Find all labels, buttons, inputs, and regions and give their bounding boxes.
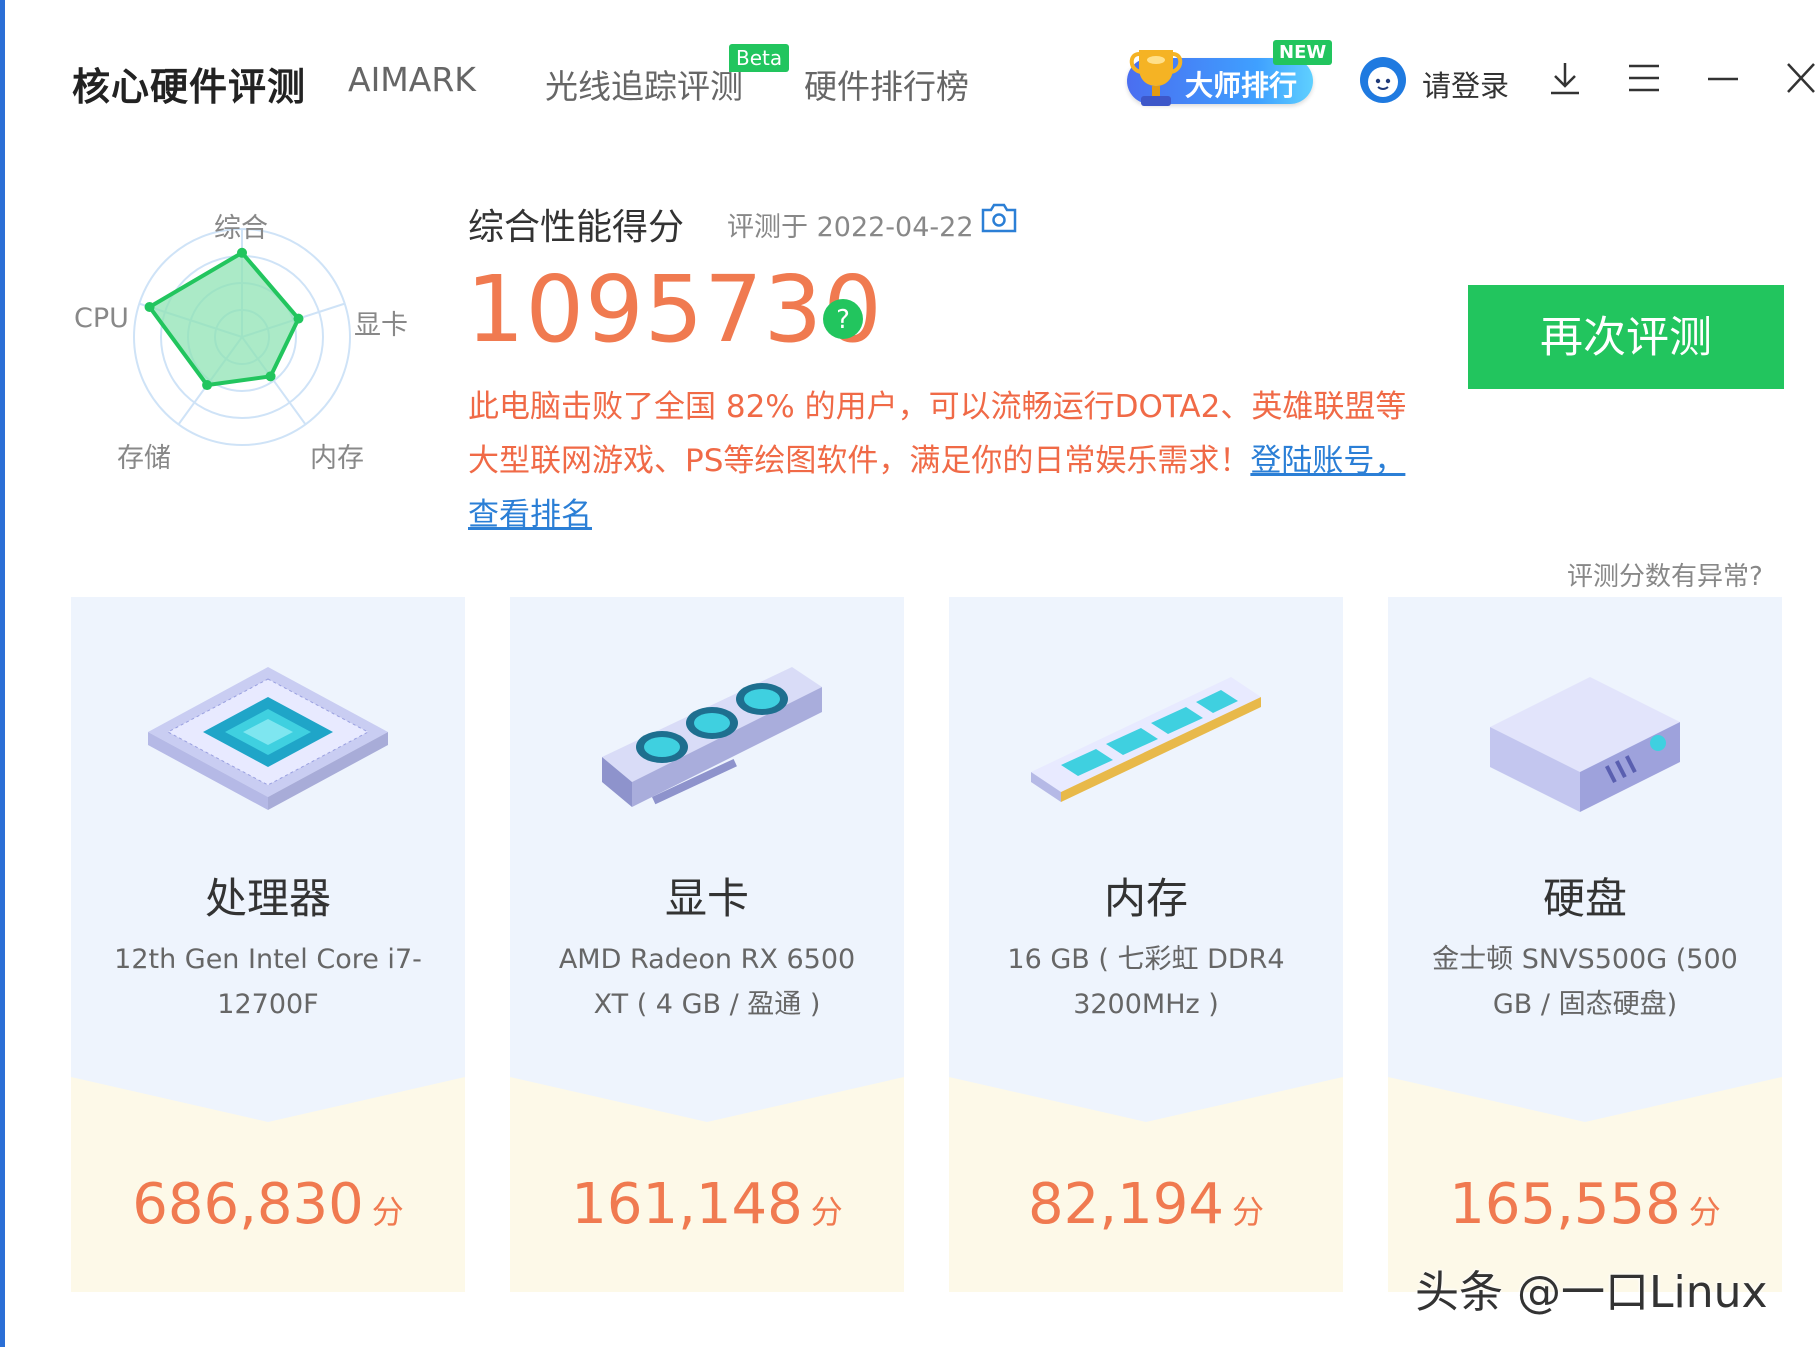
radar-point [237,247,247,258]
gpu-score-value: 161,148 [571,1172,803,1237]
memory-card-desc: 16 GB ( 七彩虹 DDR4 3200MHz ) [1007,944,1285,1020]
hard-disk-icon [1490,677,1680,812]
minimize-icon[interactable] [1706,60,1740,96]
help-icon-glyph: ? [836,305,850,335]
radar-point [265,371,276,382]
cpu-icon [148,667,388,810]
radar-label-gpu: 显卡 [354,310,408,341]
gpu-card-title: 显卡 [664,874,749,923]
cpu-score-value: 686,830 [132,1172,364,1237]
master-rank-button[interactable]: 大师排行 NEW [1117,40,1333,110]
memory-card-title: 内存 [1103,874,1188,923]
gpu-card-score: 161,148 分 [510,1172,904,1237]
graphics-card-icon [602,667,822,807]
radar-point [144,301,155,312]
trophy-icon [1129,50,1183,106]
close-icon[interactable] [1785,60,1817,96]
radar-label-storage: 存储 [117,443,171,474]
tab-ray-tracing[interactable]: 光线追踪评测 [545,60,743,108]
menu-icon[interactable] [1627,60,1661,96]
memory-score-unit: 分 [1231,1193,1264,1231]
gpu-score-unit: 分 [810,1193,843,1231]
memory-card-score: 82,194 分 [949,1172,1343,1237]
total-score: 1095730 [466,256,883,363]
camera-icon[interactable] [980,202,1018,234]
master-rank-label: 大师排行 [1185,69,1298,102]
storage-score-value: 165,558 [1449,1172,1681,1237]
storage-card-title: 硬盘 [1542,874,1627,923]
radar-point [202,380,213,391]
download-icon[interactable] [1548,60,1582,96]
beta-badge: Beta [729,44,790,72]
login-button[interactable]: 请登录 [1358,55,1509,105]
storage-card-score: 165,558 分 [1388,1172,1782,1237]
memory-card[interactable]: 内存 16 GB ( 七彩虹 DDR4 3200MHz ) 82,194 分 [949,597,1343,1292]
storage-card[interactable]: 硬盘 金士顿 SNVS500G (500 GB / 固态硬盘) 165,558 分 [1388,597,1782,1292]
gpu-card[interactable]: 显卡 AMD Radeon RX 6500 XT ( 4 GB / 盈通 ) 1… [510,597,904,1292]
radar-label-overall: 综合 [214,213,268,244]
radar-chart: 综合 显卡 内存 存储 CPU [62,200,442,490]
watermark: 头条 @一口Linux [1415,1267,1768,1318]
memory-score-value: 82,194 [1028,1172,1224,1237]
radar-label-memory: 内存 [310,443,364,474]
header-bar: 核心硬件评测 AIMARK 光线追踪评测 Beta 硬件排行榜 大师排行 NEW… [0,0,1820,160]
cpu-card[interactable]: 处理器 12th Gen Intel Core i7-12700F 686,83… [71,597,465,1292]
radar-label-cpu: CPU [74,303,129,334]
cpu-card-score: 686,830 分 [71,1172,465,1237]
window-left-edge [0,0,5,1347]
score-title: 综合性能得分 [468,207,685,248]
new-badge: NEW [1273,40,1333,65]
ram-stick-icon [1031,677,1261,802]
gpu-card-desc: AMD Radeon RX 6500 XT ( 4 GB / 盈通 ) [558,944,856,1020]
cpu-card-title: 处理器 [204,874,331,923]
radar-score-shape [146,250,301,388]
cpu-card-desc: 12th Gen Intel Core i7-12700F [114,944,422,1020]
storage-score-unit: 分 [1688,1193,1721,1231]
cpu-score-unit: 分 [371,1193,404,1231]
score-description: 此电脑击败了全国 82% 的用户，可以流畅运行DOTA2、英雄联盟等大型联网游戏… [468,380,1408,542]
storage-card-desc: 金士顿 SNVS500G (500 GB / 固态硬盘) [1432,944,1738,1020]
avatar-icon [1360,57,1406,103]
app-title: 核心硬件评测 [72,65,307,109]
radar-point [293,313,304,324]
help-icon[interactable]: ? [822,298,864,340]
test-date: 评测于 2022-04-22 [727,212,974,243]
tab-aimark[interactable]: AIMARK [348,60,476,99]
score-anomaly-link[interactable]: 评测分数有异常? [1567,556,1763,593]
tab-hardware-ranking[interactable]: 硬件排行榜 [804,60,969,108]
login-label: 请登录 [1422,69,1510,103]
retest-button[interactable]: 再次评测 [1468,285,1784,389]
